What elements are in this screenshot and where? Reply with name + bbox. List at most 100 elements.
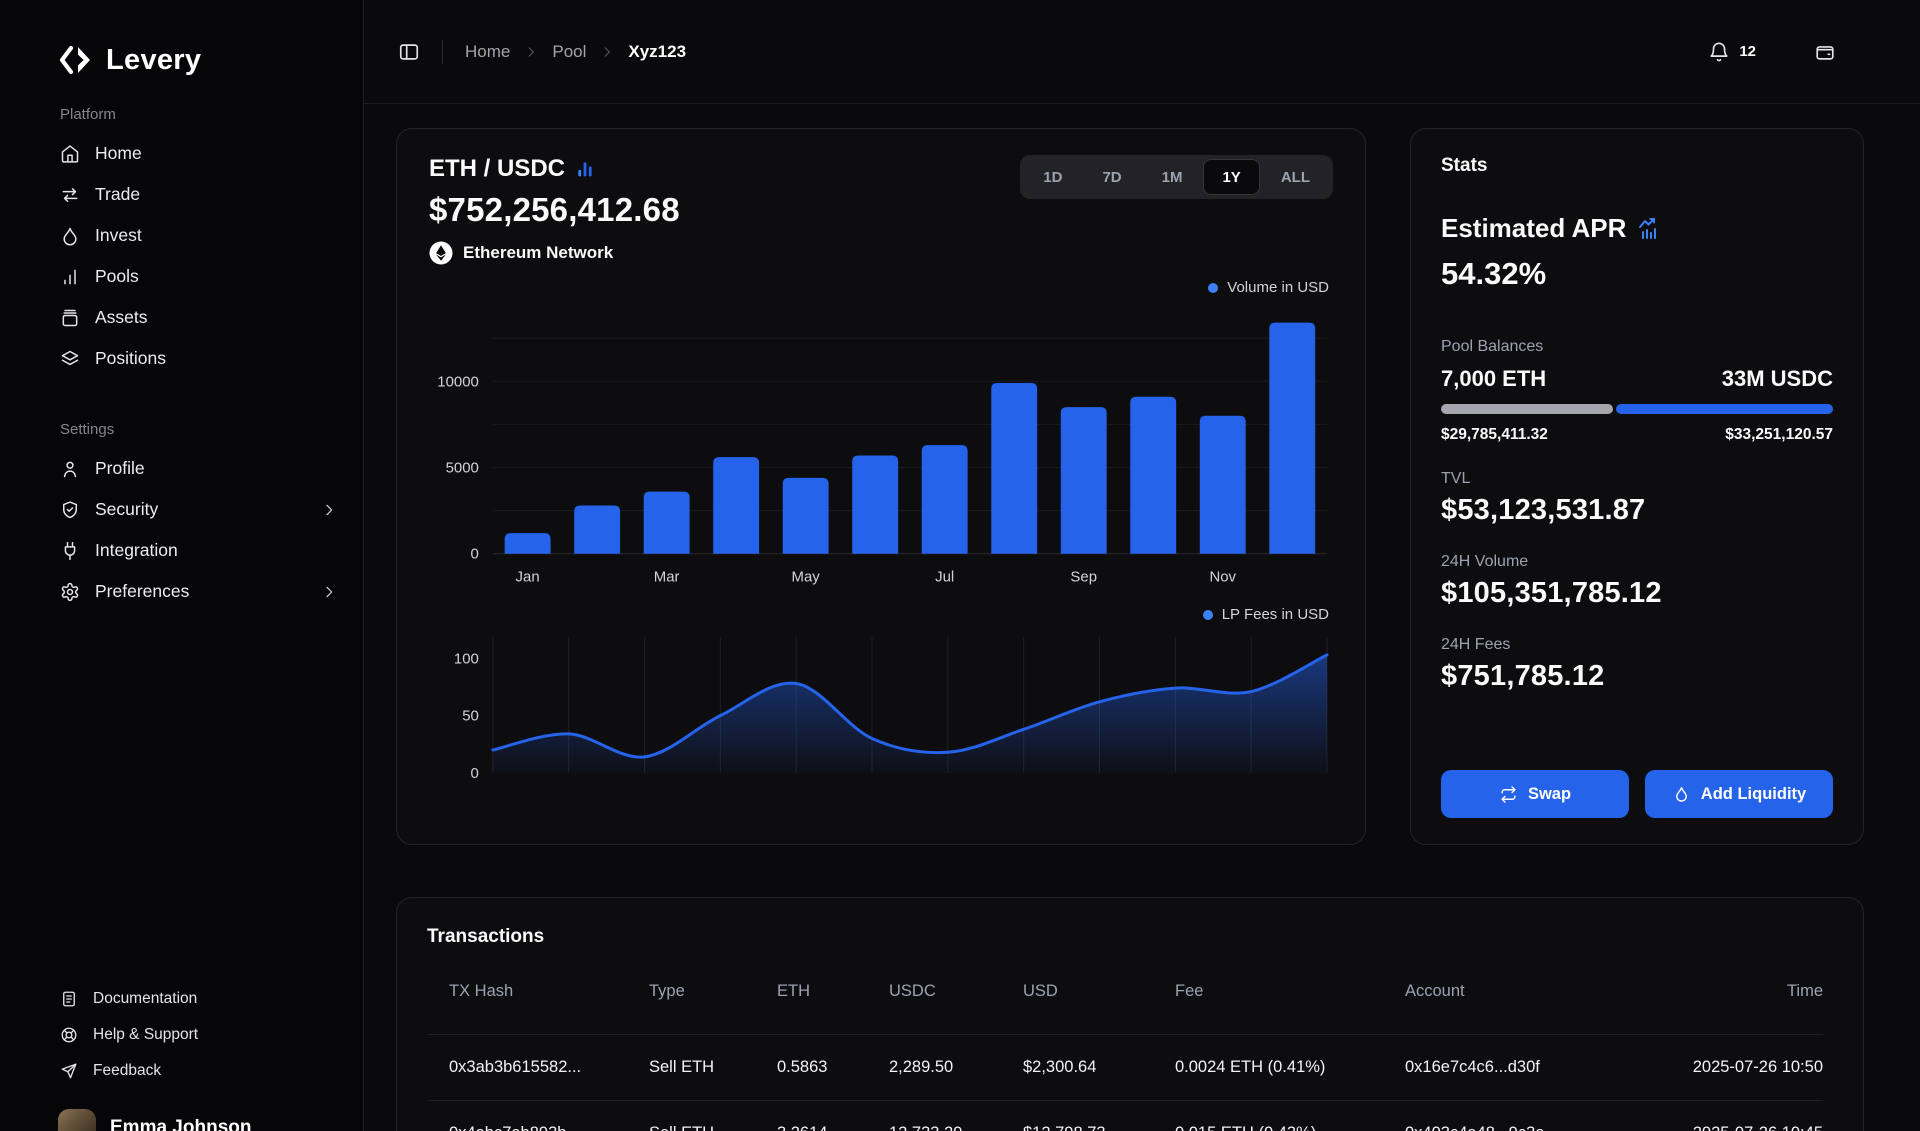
tx-eth: 3.2614	[777, 1124, 889, 1131]
sidebar-item-documentation[interactable]: Documentation	[0, 981, 363, 1017]
tx-usdc: 2,289.50	[889, 1058, 1023, 1077]
tvl-label: TVL	[1441, 470, 1833, 488]
invest-icon	[60, 226, 80, 246]
sidebar-section-settings: Settings	[0, 421, 363, 438]
pool-chart-card: ETH / USDC $752,256,412.68	[396, 128, 1366, 845]
chevron-right-icon	[600, 45, 614, 59]
chevron-right-icon	[321, 502, 337, 518]
network-name: Ethereum Network	[463, 243, 613, 263]
positions-icon	[60, 349, 80, 369]
sidebar-item-home[interactable]: Home	[0, 133, 363, 174]
wallet-icon[interactable]	[1814, 41, 1836, 63]
tx-time: 2025-07-26 10:50	[1665, 1058, 1823, 1077]
range-button-1d[interactable]: 1D	[1024, 159, 1081, 195]
breadcrumb-home[interactable]: Home	[465, 42, 510, 62]
transactions-title: Transactions	[427, 926, 1823, 948]
tx-usd: $2,300.64	[1023, 1058, 1175, 1077]
volume-legend: Volume in USD	[429, 279, 1329, 296]
assets-icon	[60, 308, 80, 328]
sidebar-item-profile[interactable]: Profile	[0, 448, 363, 489]
sidebar-section-platform: Platform	[0, 106, 363, 123]
time-range-selector: 1D 7D 1M 1Y ALL	[1020, 155, 1333, 199]
table-row[interactable]: 0x4abc7ab893b... Sell ETH 3.2614 12,733.…	[427, 1100, 1823, 1131]
tx-account[interactable]: 0x403c4a48...9c3e	[1405, 1124, 1665, 1131]
pool-pair-title: ETH / USDC	[429, 155, 565, 183]
stats-card: Stats Estimated APR 54.32% Pool Balances…	[1410, 128, 1864, 845]
sidebar-item-label: Trade	[95, 184, 140, 205]
breadcrumb-pool[interactable]: Pool	[552, 42, 586, 62]
sidebar-item-invest[interactable]: Invest	[0, 215, 363, 256]
add-liquidity-button[interactable]: Add Liquidity	[1645, 770, 1833, 818]
sidebar-item-preferences[interactable]: Preferences	[0, 571, 363, 612]
sidebar-item-pools[interactable]: Pools	[0, 256, 363, 297]
sidebar-item-feedback[interactable]: Feedback	[0, 1053, 363, 1089]
sidebar-item-label: Integration	[95, 540, 178, 561]
tx-type: Sell ETH	[649, 1124, 777, 1131]
notification-count: 12	[1739, 43, 1756, 60]
apr-label: Estimated APR	[1441, 213, 1626, 244]
column-tx-hash: TX Hash	[449, 982, 649, 1001]
sidebar-item-label: Home	[95, 143, 142, 164]
brand-logo[interactable]: Levery	[0, 0, 363, 78]
sidebar-item-label: Invest	[95, 225, 142, 246]
svg-text:Sep: Sep	[1070, 569, 1097, 586]
legend-dot-icon	[1208, 283, 1218, 293]
usdc-balance: 33M USDC	[1722, 366, 1833, 392]
sidebar-item-label: Preferences	[95, 581, 189, 602]
sidebar-item-help[interactable]: Help & Support	[0, 1017, 363, 1053]
tx-fee: 0.0024 ETH (0.41%)	[1175, 1058, 1405, 1077]
swap-button[interactable]: Swap	[1441, 770, 1629, 818]
pool-balance-eth-bar	[1441, 404, 1613, 414]
tx-hash[interactable]: 0x3ab3b615582...	[449, 1058, 649, 1077]
pool-header: ETH / USDC $752,256,412.68	[429, 155, 680, 265]
sidebar-toggle-icon[interactable]	[398, 41, 420, 63]
user-menu[interactable]: Emma Johnson	[58, 1109, 251, 1131]
svg-text:Nov: Nov	[1209, 569, 1236, 586]
sidebar-item-label: Profile	[95, 458, 145, 479]
levery-logo-icon	[58, 42, 94, 78]
sidebar-item-label: Help & Support	[93, 1026, 198, 1044]
integration-icon	[60, 541, 80, 561]
legend-dot-icon	[1203, 610, 1213, 620]
usdc-balance-usd: $33,251,120.57	[1725, 426, 1833, 444]
sidebar-item-integration[interactable]: Integration	[0, 530, 363, 571]
sidebar-item-security[interactable]: Security	[0, 489, 363, 530]
svg-text:Mar: Mar	[654, 569, 680, 586]
fees-24h-label: 24H Fees	[1441, 636, 1833, 654]
fees-legend: LP Fees in USD	[429, 606, 1329, 623]
sidebar-item-assets[interactable]: Assets	[0, 297, 363, 338]
tvl-value: $53,123,531.87	[1441, 494, 1833, 527]
range-button-1m[interactable]: 1M	[1143, 159, 1202, 195]
tx-fee: 0.015 ETH (0.43%)	[1175, 1124, 1405, 1131]
range-button-1y[interactable]: 1Y	[1203, 159, 1259, 195]
chevron-right-icon	[524, 45, 538, 59]
home-icon	[60, 144, 80, 164]
user-name: Emma Johnson	[110, 1117, 251, 1131]
topbar-actions: 12	[1708, 41, 1836, 63]
tx-usdc: 12,733.29	[889, 1124, 1023, 1131]
main-content: ETH / USDC $752,256,412.68	[364, 104, 1920, 1131]
range-button-7d[interactable]: 7D	[1083, 159, 1140, 195]
fees-24h-value: $751,785.12	[1441, 660, 1833, 693]
sidebar-item-trade[interactable]: Trade	[0, 174, 363, 215]
eth-balance-usd: $29,785,411.32	[1441, 426, 1548, 444]
range-button-all[interactable]: ALL	[1262, 159, 1329, 195]
svg-text:May: May	[792, 569, 821, 586]
help-icon	[60, 1026, 78, 1044]
chevron-right-icon	[321, 584, 337, 600]
sidebar-item-label: Security	[95, 499, 158, 520]
tx-account[interactable]: 0x16e7c4c6...d30f	[1405, 1058, 1665, 1077]
eth-balance: 7,000 ETH	[1441, 366, 1546, 392]
bell-icon	[1708, 41, 1730, 63]
svg-text:50: 50	[462, 708, 479, 725]
tx-hash[interactable]: 0x4abc7ab893b...	[449, 1124, 649, 1131]
sidebar-item-label: Positions	[95, 348, 166, 369]
table-row[interactable]: 0x3ab3b615582... Sell ETH 0.5863 2,289.5…	[427, 1034, 1823, 1100]
notifications-button[interactable]: 12	[1708, 41, 1756, 63]
sidebar-item-positions[interactable]: Positions	[0, 338, 363, 379]
documentation-icon	[60, 990, 78, 1008]
tx-eth: 0.5863	[777, 1058, 889, 1077]
sidebar-footer: Documentation Help & Support Feedback	[0, 981, 363, 1089]
sidebar-item-label: Feedback	[93, 1062, 161, 1080]
column-usd: USD	[1023, 982, 1175, 1001]
